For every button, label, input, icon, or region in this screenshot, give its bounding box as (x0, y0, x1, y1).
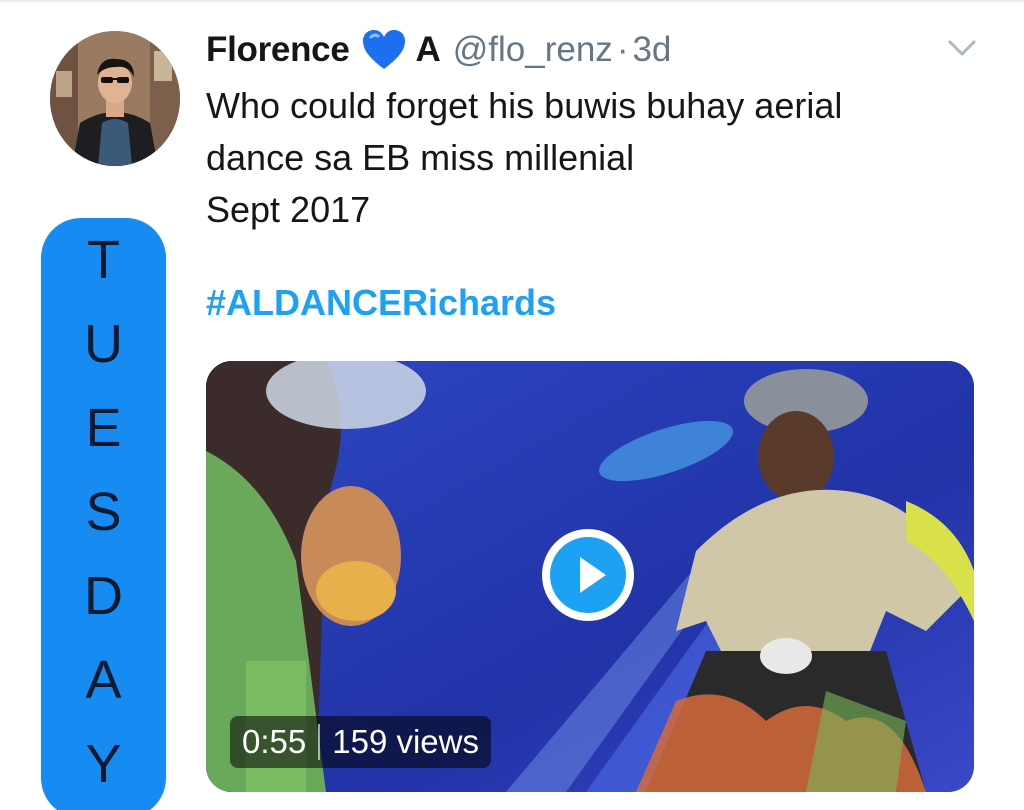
banner-letter: S (85, 482, 122, 542)
video-meta-badge: 0:55 159 views (230, 716, 491, 768)
tweet-text-line: Who could forget his buwis buhay aerial (206, 85, 843, 126)
banner-letter: D (84, 566, 123, 626)
tweet-screen: Florence A @flo_renz · 3d Who could forg… (0, 0, 1024, 810)
user-handle[interactable]: @flo_renz (453, 30, 613, 70)
banner-letter: A (85, 650, 122, 710)
tweet-text-line: dance sa EB miss millenial (206, 137, 635, 178)
timestamp[interactable]: 3d (632, 30, 671, 70)
separator-dot: · (616, 30, 629, 69)
play-button[interactable] (540, 527, 636, 623)
banner-letter: U (84, 314, 123, 374)
hashtag-link[interactable]: #ALDANCERichards (206, 282, 556, 324)
tweet-text-line: Sept 2017 (206, 189, 371, 230)
tweet-text: Who could forget his buwis buhay aerial … (206, 80, 986, 236)
tuesday-banner: T U E S D A Y (41, 218, 166, 810)
display-name-suffix: A (415, 30, 441, 69)
divider (0, 0, 1024, 2)
display-name[interactable]: Florence (206, 30, 350, 70)
avatar[interactable] (50, 31, 180, 166)
banner-letter: Y (85, 734, 122, 794)
chevron-down-icon[interactable] (946, 36, 978, 60)
blue-heart-icon (361, 29, 407, 71)
video-views: 159 views (332, 723, 479, 760)
avatar-image (50, 31, 180, 166)
tweet-header: Florence A @flo_renz · 3d (206, 28, 671, 72)
badge-divider (318, 724, 321, 760)
banner-letter: E (85, 398, 122, 458)
play-icon (542, 529, 634, 621)
banner-letter: T (87, 230, 120, 290)
video-duration: 0:55 (242, 723, 307, 760)
video-player[interactable]: 0:55 159 views (206, 361, 974, 792)
